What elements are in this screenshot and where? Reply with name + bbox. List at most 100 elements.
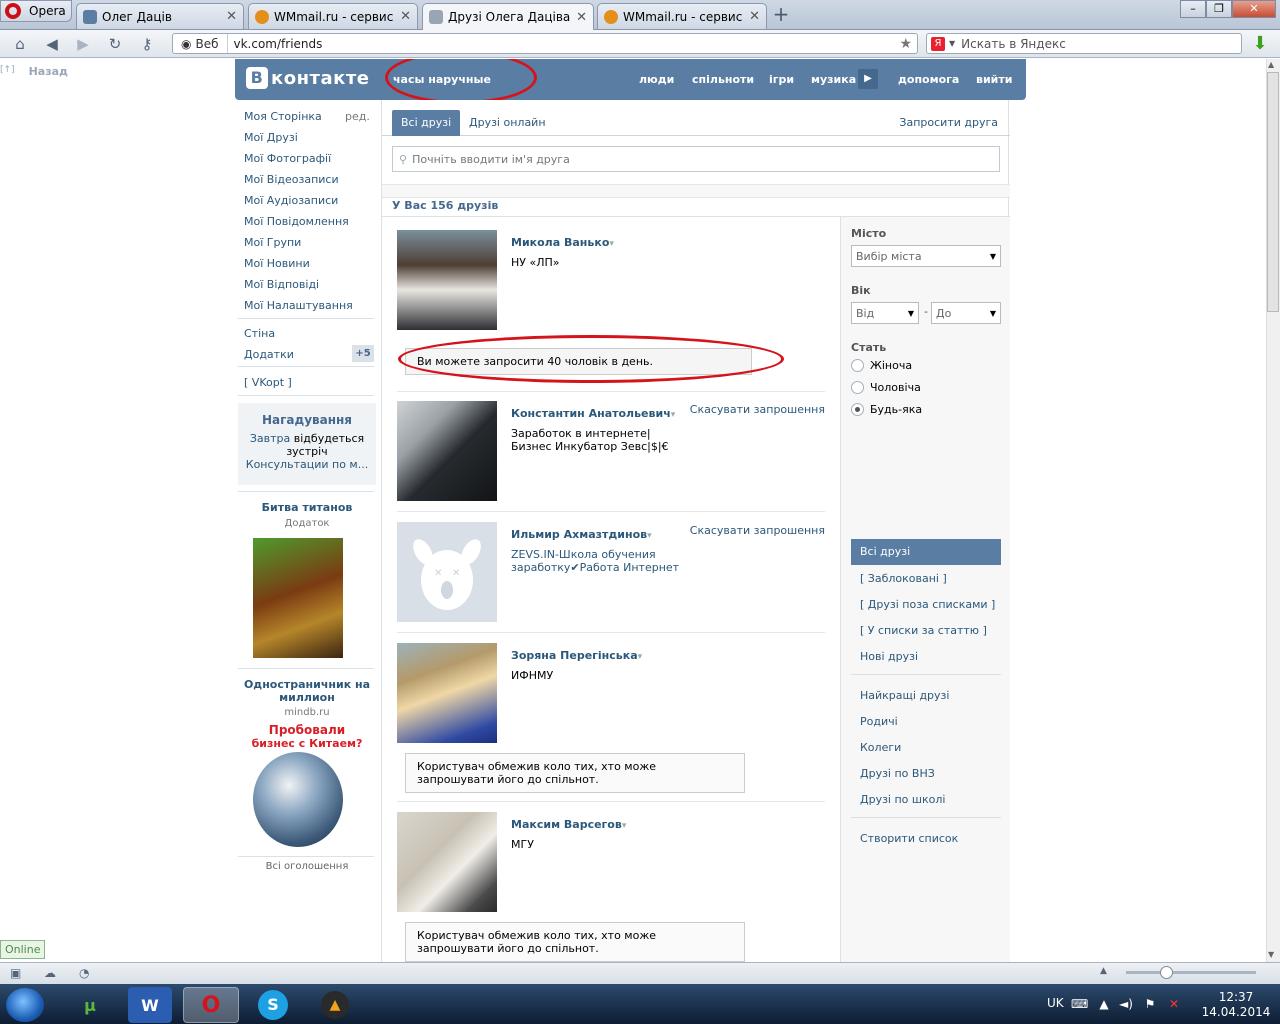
taskbar-aimp[interactable]: ▲ <box>307 987 363 1023</box>
tab-close-icon[interactable]: ✕ <box>400 9 411 24</box>
friend-subtitle[interactable]: ZEVS.IN-Школа обучения заработку✔Работа … <box>511 548 681 574</box>
friend-name[interactable]: Ильмир Ахмазтдинов▾ <box>511 528 652 541</box>
ad-title-battle[interactable]: Битва титанов <box>238 501 376 514</box>
friend-name[interactable]: Максим Варсегов▾ <box>511 818 626 831</box>
list-school[interactable]: Друзі по школі <box>860 793 945 806</box>
ad-warrior-image[interactable] <box>253 538 343 658</box>
nav-music[interactable]: музика <box>811 73 856 86</box>
reload-icon[interactable]: ↻ <box>106 35 124 53</box>
tab-wmmail-1[interactable]: WMmail.ru - сервис п... ✕ <box>248 3 418 29</box>
avatar-blonde-photo[interactable] <box>397 643 497 743</box>
menu-my-page[interactable]: Моя Сторінка <box>244 110 322 123</box>
key-icon[interactable]: ⚷ <box>138 35 156 53</box>
scroll-down-icon[interactable]: ▼ <box>1268 950 1274 959</box>
tab-close-icon[interactable]: ✕ <box>226 9 237 24</box>
avatar-pistol-photo[interactable] <box>397 812 497 912</box>
new-tab-button[interactable]: + <box>770 4 792 26</box>
network-icon[interactable]: ✕ <box>1167 997 1181 1011</box>
reminder-event-link[interactable]: Консультации по м... <box>246 458 368 471</box>
create-list-link[interactable]: Створити список <box>860 832 958 845</box>
dropdown-arrow-icon[interactable]: ▾ <box>638 652 643 662</box>
start-button[interactable] <box>6 988 44 1022</box>
ad-title-onepager[interactable]: Одностраничник на миллион <box>238 678 376 704</box>
tab-all-friends[interactable]: Всі друзі <box>392 110 461 136</box>
friend-name[interactable]: Константин Анатольевич▾ <box>511 407 675 420</box>
tray-arrow-icon[interactable]: ▲ <box>1097 997 1111 1011</box>
reminder-when-link[interactable]: Завтра <box>250 432 290 445</box>
menu-vkopt[interactable]: [ VKopt ] <box>244 376 292 389</box>
tab-friends-online[interactable]: Друзі онлайн <box>469 116 546 129</box>
menu-apps[interactable]: Додатки <box>244 348 294 361</box>
opera-menu-button[interactable]: Opera <box>0 0 72 22</box>
taskbar-skype[interactable]: S <box>245 987 301 1023</box>
avatar-car-photo[interactable] <box>397 401 497 501</box>
menu-my-audio[interactable]: Мої Аудіозаписи <box>244 194 338 207</box>
all-ads-link[interactable]: Всі оголошення <box>238 861 376 872</box>
nav-games[interactable]: ігри <box>769 73 794 86</box>
speed-dial-icon[interactable]: ◔ <box>79 966 89 980</box>
avatar-wedding-photo[interactable] <box>397 230 497 330</box>
list-outside-lists[interactable]: [ Друзі поза списками ] <box>860 598 995 611</box>
scroll-up-icon[interactable]: ▲ <box>1268 60 1274 69</box>
keyboard-icon[interactable]: ⌨ <box>1071 997 1088 1011</box>
address-bar[interactable]: ◉ Веб vk.com/friends ★ <box>172 33 918 54</box>
age-from-select[interactable]: Від ▼ <box>851 302 919 324</box>
dropdown-arrow-icon[interactable]: ▾ <box>671 410 676 420</box>
action-center-icon[interactable]: ⚑ <box>1143 997 1157 1011</box>
tab-close-icon[interactable]: ✕ <box>576 10 587 25</box>
list-relatives[interactable]: Родичі <box>860 715 898 728</box>
tab-oleg-datsiv[interactable]: Олег Даців ✕ <box>76 3 244 29</box>
taskbar-word[interactable]: W <box>128 987 172 1023</box>
back-link[interactable]: [↑] Назад <box>0 65 68 78</box>
zoom-slider[interactable] <box>1126 971 1256 974</box>
menu-my-news[interactable]: Мої Новини <box>244 257 310 270</box>
back-arrow-icon[interactable]: ◀ <box>43 35 61 53</box>
radio-male[interactable]: Чоловіча <box>851 381 921 394</box>
nav-communities[interactable]: спільноти <box>692 73 754 86</box>
dropdown-arrow-icon[interactable]: ▾ <box>647 531 652 541</box>
list-colleagues[interactable]: Колеги <box>860 741 901 754</box>
menu-wall[interactable]: Стіна <box>244 327 275 340</box>
list-new-friends[interactable]: Нові друзі <box>860 650 918 663</box>
friend-search-input[interactable]: ⚲ Почніть вводити ім'я друга <box>392 146 1000 172</box>
tab-wmmail-2[interactable]: WMmail.ru - сервис п... ✕ <box>597 3 767 29</box>
city-select[interactable]: Вибір міста ▼ <box>851 245 1001 267</box>
dropdown-arrow-icon[interactable]: ▾ <box>622 821 627 831</box>
bookmark-star-icon[interactable]: ★ <box>899 36 917 52</box>
edit-link[interactable]: ред. <box>345 110 370 123</box>
ad-red-text[interactable]: Пробовали бизнес с Китаем? <box>238 724 376 751</box>
list-by-gender[interactable]: [ У списки за статтю ] <box>860 624 987 637</box>
avatar-default[interactable]: ✕ ✕ <box>397 522 497 622</box>
zoom-slider-knob[interactable] <box>1160 966 1173 979</box>
language-indicator[interactable]: UK <box>1047 996 1064 1010</box>
menu-my-messages[interactable]: Мої Повідомлення <box>244 215 349 228</box>
taskbar-utorrent[interactable]: µ <box>62 987 118 1023</box>
nav-logout[interactable]: вийти <box>976 73 1012 86</box>
scrollbar-thumb[interactable] <box>1267 72 1279 312</box>
list-best-friends[interactable]: Найкращі друзі <box>860 689 949 702</box>
list-all-friends[interactable]: Всі друзі <box>851 539 1001 565</box>
radio-female[interactable]: Жіноча <box>851 359 912 372</box>
cancel-request-link[interactable]: Скасувати запрошення <box>690 524 825 537</box>
radio-any[interactable]: Будь-яка <box>851 403 922 416</box>
forward-arrow-icon[interactable]: ▶ <box>74 35 92 53</box>
apps-badge[interactable]: +5 <box>352 345 374 362</box>
tab-close-icon[interactable]: ✕ <box>749 9 760 24</box>
list-university[interactable]: Друзі по ВНЗ <box>860 767 935 780</box>
friend-name[interactable]: Зоряна Перегінська▾ <box>511 649 642 662</box>
menu-my-friends[interactable]: Мої Друзі <box>244 131 298 144</box>
friend-name[interactable]: Микола Ванько▾ <box>511 236 614 249</box>
cancel-request-link[interactable]: Скасувати запрошення <box>690 403 825 416</box>
volume-icon[interactable]: ◄) <box>1119 997 1133 1011</box>
search-dropdown-icon[interactable]: ▼ <box>949 39 955 48</box>
menu-my-answers[interactable]: Мої Відповіді <box>244 278 319 291</box>
list-blocked[interactable]: [ Заблоковані ] <box>860 572 947 585</box>
menu-my-videos[interactable]: Мої Відеозаписи <box>244 173 339 186</box>
minimize-button[interactable]: – <box>1180 0 1206 18</box>
home-icon[interactable]: ⌂ <box>11 35 29 53</box>
tab-friends-active[interactable]: Друзі Олега Даціва | 1... ✕ <box>422 3 594 30</box>
nav-people[interactable]: люди <box>639 73 674 86</box>
invite-friend-link[interactable]: Запросити друга <box>899 116 998 129</box>
download-icon[interactable]: ⬇ <box>1250 34 1270 54</box>
ad-globe-image[interactable] <box>253 752 343 847</box>
